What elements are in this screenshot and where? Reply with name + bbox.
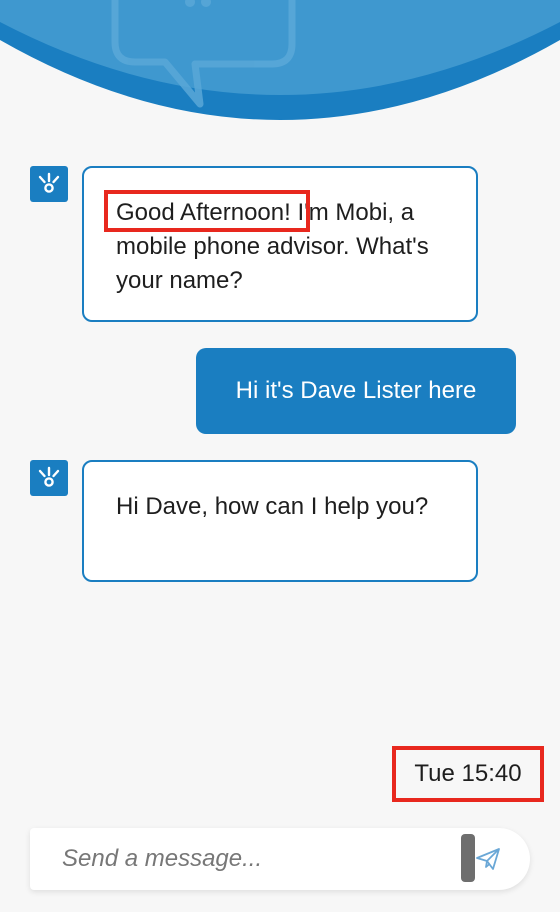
bot-avatar (30, 460, 68, 496)
bot-avatar-icon (38, 172, 60, 193)
header-banner (0, 0, 560, 135)
timestamp-text: Tue 15:40 (414, 760, 522, 787)
message-input[interactable] (62, 839, 452, 879)
chat-window: Good Afternoon! I'm Mobi, a mobile phone… (0, 0, 560, 912)
timestamp: Tue 15:40 (392, 746, 544, 802)
bot-message-bubble: Good Afternoon! I'm Mobi, a mobile phone… (82, 166, 478, 322)
greeting-text: Good Afternoon! (116, 199, 291, 226)
user-message-bubble: Hi it's Dave Lister here (196, 348, 516, 434)
bot-avatar-icon (38, 466, 60, 487)
paper-plane-icon (476, 848, 500, 870)
message-text: Hi it's Dave Lister here (235, 377, 477, 404)
send-button[interactable] (468, 840, 508, 878)
message-text: Hi Dave, how can I help you? (116, 493, 429, 520)
message-composer (30, 828, 530, 890)
bot-avatar (30, 166, 68, 202)
header-background (0, 0, 560, 120)
bot-message-bubble: Hi Dave, how can I help you? (82, 460, 478, 582)
